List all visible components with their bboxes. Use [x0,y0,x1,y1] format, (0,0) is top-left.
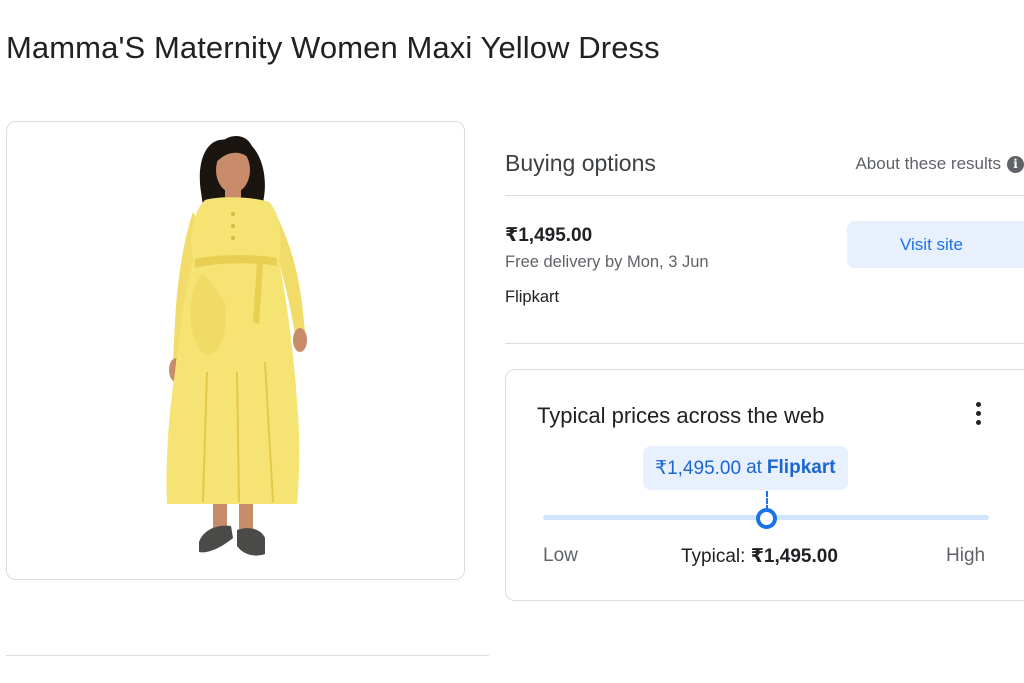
price-insights-title: Typical prices across the web [537,403,825,428]
product-title: Mamma'S Maternity Women Maxi Yellow Dres… [6,30,660,65]
divider [6,655,489,656]
offer-delivery: Free delivery by Mon, 3 Jun [505,253,709,271]
price-range-thumb[interactable] [756,508,777,529]
info-icon: i [1007,155,1024,173]
offer-seller: Flipkart [505,288,560,306]
divider [505,343,1024,344]
visit-site-button[interactable]: Visit site [847,221,1024,268]
current-price-at: at [746,457,762,478]
price-high-label: High [946,545,986,566]
price-low-label: Low [543,545,578,566]
product-image[interactable] [7,122,464,579]
product-image-card[interactable] [6,121,465,580]
offer-price: ₹1,495.00 [505,225,593,246]
current-price-seller: Flipkart [766,457,836,478]
buying-options-header: Buying options About these results i [505,150,1024,180]
typical-price-value: ₹1,495.00 [750,546,838,567]
price-insights-card: Typical prices across the web ₹1,495.00 … [505,369,1024,601]
current-price-tag: ₹1,495.00 at Flipkart [643,446,848,490]
more-vert-icon[interactable] [968,400,988,430]
divider [505,195,1024,196]
typical-price: Typical: ₹1,495.00 [681,545,838,568]
buying-options-title: Buying options [505,150,656,176]
typical-price-label: Typical: [681,546,746,567]
current-price: ₹1,495.00 [655,457,742,479]
about-results-label: About these results [855,154,1001,173]
product-page: Mamma'S Maternity Women Maxi Yellow Dres… [0,0,1024,683]
about-results-link[interactable]: About these results i [855,154,1024,174]
